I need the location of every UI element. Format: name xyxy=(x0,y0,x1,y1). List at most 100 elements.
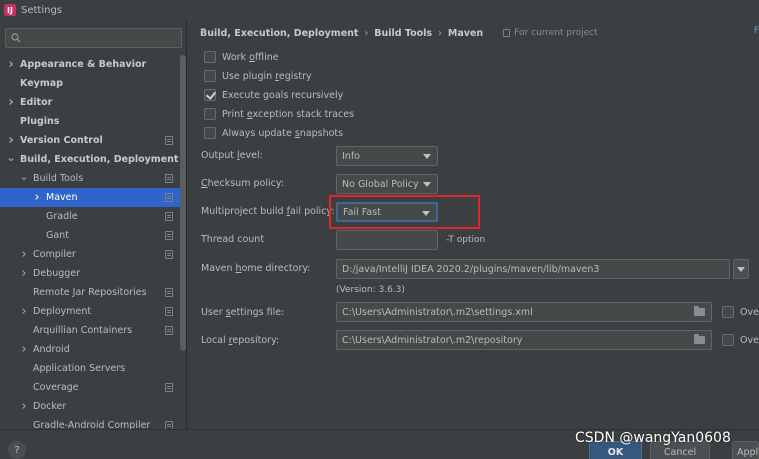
folder-icon[interactable] xyxy=(694,334,705,344)
user-settings-label: User settings file: xyxy=(201,307,285,318)
maven-version-label: (Version: 3.6.3) xyxy=(336,285,405,295)
print-exception-label: Print exception stack traces xyxy=(222,108,355,120)
sidebar-item-version-control[interactable]: › Version Control xyxy=(0,131,181,150)
local-repository-override-label: Over xyxy=(740,334,759,346)
title-bar: IJ Settings xyxy=(0,0,759,20)
chevron-right-icon[interactable]: › xyxy=(19,399,29,414)
project-scope-icon xyxy=(165,212,173,221)
output-level-select[interactable]: Info xyxy=(336,146,438,166)
thread-count-hint: -T option xyxy=(446,235,486,245)
user-settings-override-row[interactable]: Over xyxy=(722,304,759,320)
execute-goals-checkbox-row[interactable]: Execute goals recursively xyxy=(204,87,343,103)
chevron-right-icon[interactable]: › xyxy=(19,342,29,357)
sidebar-item-docker[interactable]: › Docker xyxy=(0,397,181,416)
chevron-right-icon: › xyxy=(364,27,369,39)
sidebar-scrollbar[interactable] xyxy=(180,55,186,351)
folder-icon[interactable] xyxy=(694,306,705,316)
sidebar-item-build-execution-deployment[interactable]: ⌄ Build, Execution, Deployment xyxy=(0,150,181,169)
chevron-right-icon[interactable]: › xyxy=(32,190,42,205)
user-settings-value: C:\Users\Administrator\.m2\settings.xml xyxy=(342,306,533,318)
maven-home-label: Maven home directory: xyxy=(201,263,311,274)
settings-tree: › Appearance & Behavior Keymap › Editor Plugi… xyxy=(0,55,181,435)
sidebar-item-gant[interactable]: Gant xyxy=(0,226,181,245)
apply-button[interactable]: Apply xyxy=(732,441,759,459)
sidebar-item-coverage[interactable]: Coverage xyxy=(0,378,181,397)
local-repository-value: C:\Users\Administrator\.m2\repository xyxy=(342,334,523,346)
plugin-registry-checkbox-row[interactable]: Use plugin registry xyxy=(204,68,312,84)
maven-home-select[interactable]: D:/java/IntelliJ IDEA 2020.2/plugins/mav… xyxy=(336,259,730,279)
plugin-registry-checkbox[interactable] xyxy=(204,70,216,82)
maven-home-value: D:/java/IntelliJ IDEA 2020.2/plugins/mav… xyxy=(342,263,600,275)
user-settings-override-checkbox[interactable] xyxy=(722,306,734,318)
search-icon xyxy=(11,33,21,43)
dropdown-arrow-icon xyxy=(423,154,431,159)
plugin-registry-label: Use plugin registry xyxy=(222,70,312,82)
sidebar-item-appearance-behavior[interactable]: › Appearance & Behavior xyxy=(0,55,181,74)
breadcrumb: Build, Execution, Deployment › Build Too… xyxy=(200,26,598,40)
thread-count-input[interactable] xyxy=(336,230,438,250)
help-button[interactable]: ? xyxy=(8,441,26,459)
sidebar-item-label: Maven xyxy=(46,192,78,203)
chevron-right-icon[interactable]: › xyxy=(6,57,16,72)
sidebar-item-gradle[interactable]: Gradle xyxy=(0,207,181,226)
local-repository-override-row[interactable]: Over xyxy=(722,332,759,348)
sidebar-item-remote-jar-repositories[interactable]: Remote Jar Repositories xyxy=(0,283,181,302)
sidebar-item-android[interactable]: › Android xyxy=(0,340,181,359)
execute-goals-checkbox[interactable] xyxy=(204,89,216,101)
work-offline-checkbox[interactable] xyxy=(204,51,216,63)
sidebar-item-compiler[interactable]: › Compiler xyxy=(0,245,181,264)
chevron-down-icon[interactable]: ⌄ xyxy=(6,151,16,164)
chevron-right-icon[interactable]: › xyxy=(19,247,29,262)
sidebar-item-label: Version Control xyxy=(20,135,103,146)
maven-settings-panel: Build, Execution, Deployment › Build Too… xyxy=(188,20,759,429)
dropdown-arrow-icon xyxy=(423,182,431,187)
sidebar-item-deployment[interactable]: › Deployment xyxy=(0,302,181,321)
sidebar-item-label: Keymap xyxy=(20,78,63,89)
reset-link[interactable]: F xyxy=(754,26,759,36)
sidebar-item-build-tools[interactable]: ⌄ Build Tools xyxy=(0,169,181,188)
dropdown-arrow-icon xyxy=(737,267,745,272)
sidebar-item-label: Debugger xyxy=(33,268,81,279)
user-settings-override-label: Over xyxy=(740,306,759,318)
project-scope-icon xyxy=(503,29,511,37)
work-offline-checkbox-row[interactable]: Work offline xyxy=(204,49,279,65)
sidebar-item-label: Coverage xyxy=(33,382,79,393)
project-scope-icon xyxy=(165,326,173,335)
local-repository-label: Local repository: xyxy=(201,335,280,346)
user-settings-input[interactable]: C:\Users\Administrator\.m2\settings.xml xyxy=(336,302,712,322)
intellij-app-icon: IJ xyxy=(4,4,16,16)
multiproject-fail-policy-label: Multiproject build fail policy: xyxy=(201,206,335,217)
sidebar-item-label: Gradle xyxy=(46,211,78,222)
sidebar-item-editor[interactable]: › Editor xyxy=(0,93,181,112)
chevron-right-icon[interactable]: › xyxy=(6,133,16,148)
project-scope-icon xyxy=(165,193,173,202)
sidebar-item-label: Compiler xyxy=(33,249,76,260)
sidebar-item-keymap[interactable]: Keymap xyxy=(0,74,181,93)
print-exception-checkbox-row[interactable]: Print exception stack traces xyxy=(204,106,354,122)
execute-goals-label: Execute goals recursively xyxy=(222,89,344,101)
csdn-watermark: CSDN @wangYan0608 xyxy=(575,430,731,446)
chevron-right-icon: › xyxy=(438,27,442,39)
always-update-checkbox-row[interactable]: Always update snapshots xyxy=(204,125,343,141)
chevron-right-icon[interactable]: › xyxy=(6,95,16,110)
thread-count-label: Thread count xyxy=(201,234,265,245)
chevron-down-icon[interactable]: ⌄ xyxy=(19,170,29,183)
print-exception-checkbox[interactable] xyxy=(204,108,216,120)
output-level-value: Info xyxy=(342,150,360,162)
local-repository-override-checkbox[interactable] xyxy=(722,334,734,346)
chevron-right-icon[interactable]: › xyxy=(19,304,29,319)
sidebar-item-application-servers[interactable]: Application Servers xyxy=(0,359,181,378)
local-repository-input[interactable]: C:\Users\Administrator\.m2\repository xyxy=(336,330,712,350)
sidebar-item-plugins[interactable]: Plugins xyxy=(0,112,181,131)
sidebar-item-label: Build, Execution, Deployment xyxy=(20,154,179,165)
checksum-policy-value: No Global Policy xyxy=(342,178,419,190)
maven-home-dropdown-button[interactable] xyxy=(733,259,749,279)
sidebar-item-debugger[interactable]: › Debugger xyxy=(0,264,181,283)
sidebar-item-label: Android xyxy=(33,344,70,355)
chevron-right-icon[interactable]: › xyxy=(19,266,29,281)
sidebar-item-arquillian-containers[interactable]: Arquillian Containers xyxy=(0,321,181,340)
settings-search-input[interactable] xyxy=(5,28,182,48)
always-update-checkbox[interactable] xyxy=(204,127,216,139)
checksum-policy-select[interactable]: No Global Policy xyxy=(336,174,438,194)
sidebar-item-maven[interactable]: › Maven xyxy=(0,188,181,207)
